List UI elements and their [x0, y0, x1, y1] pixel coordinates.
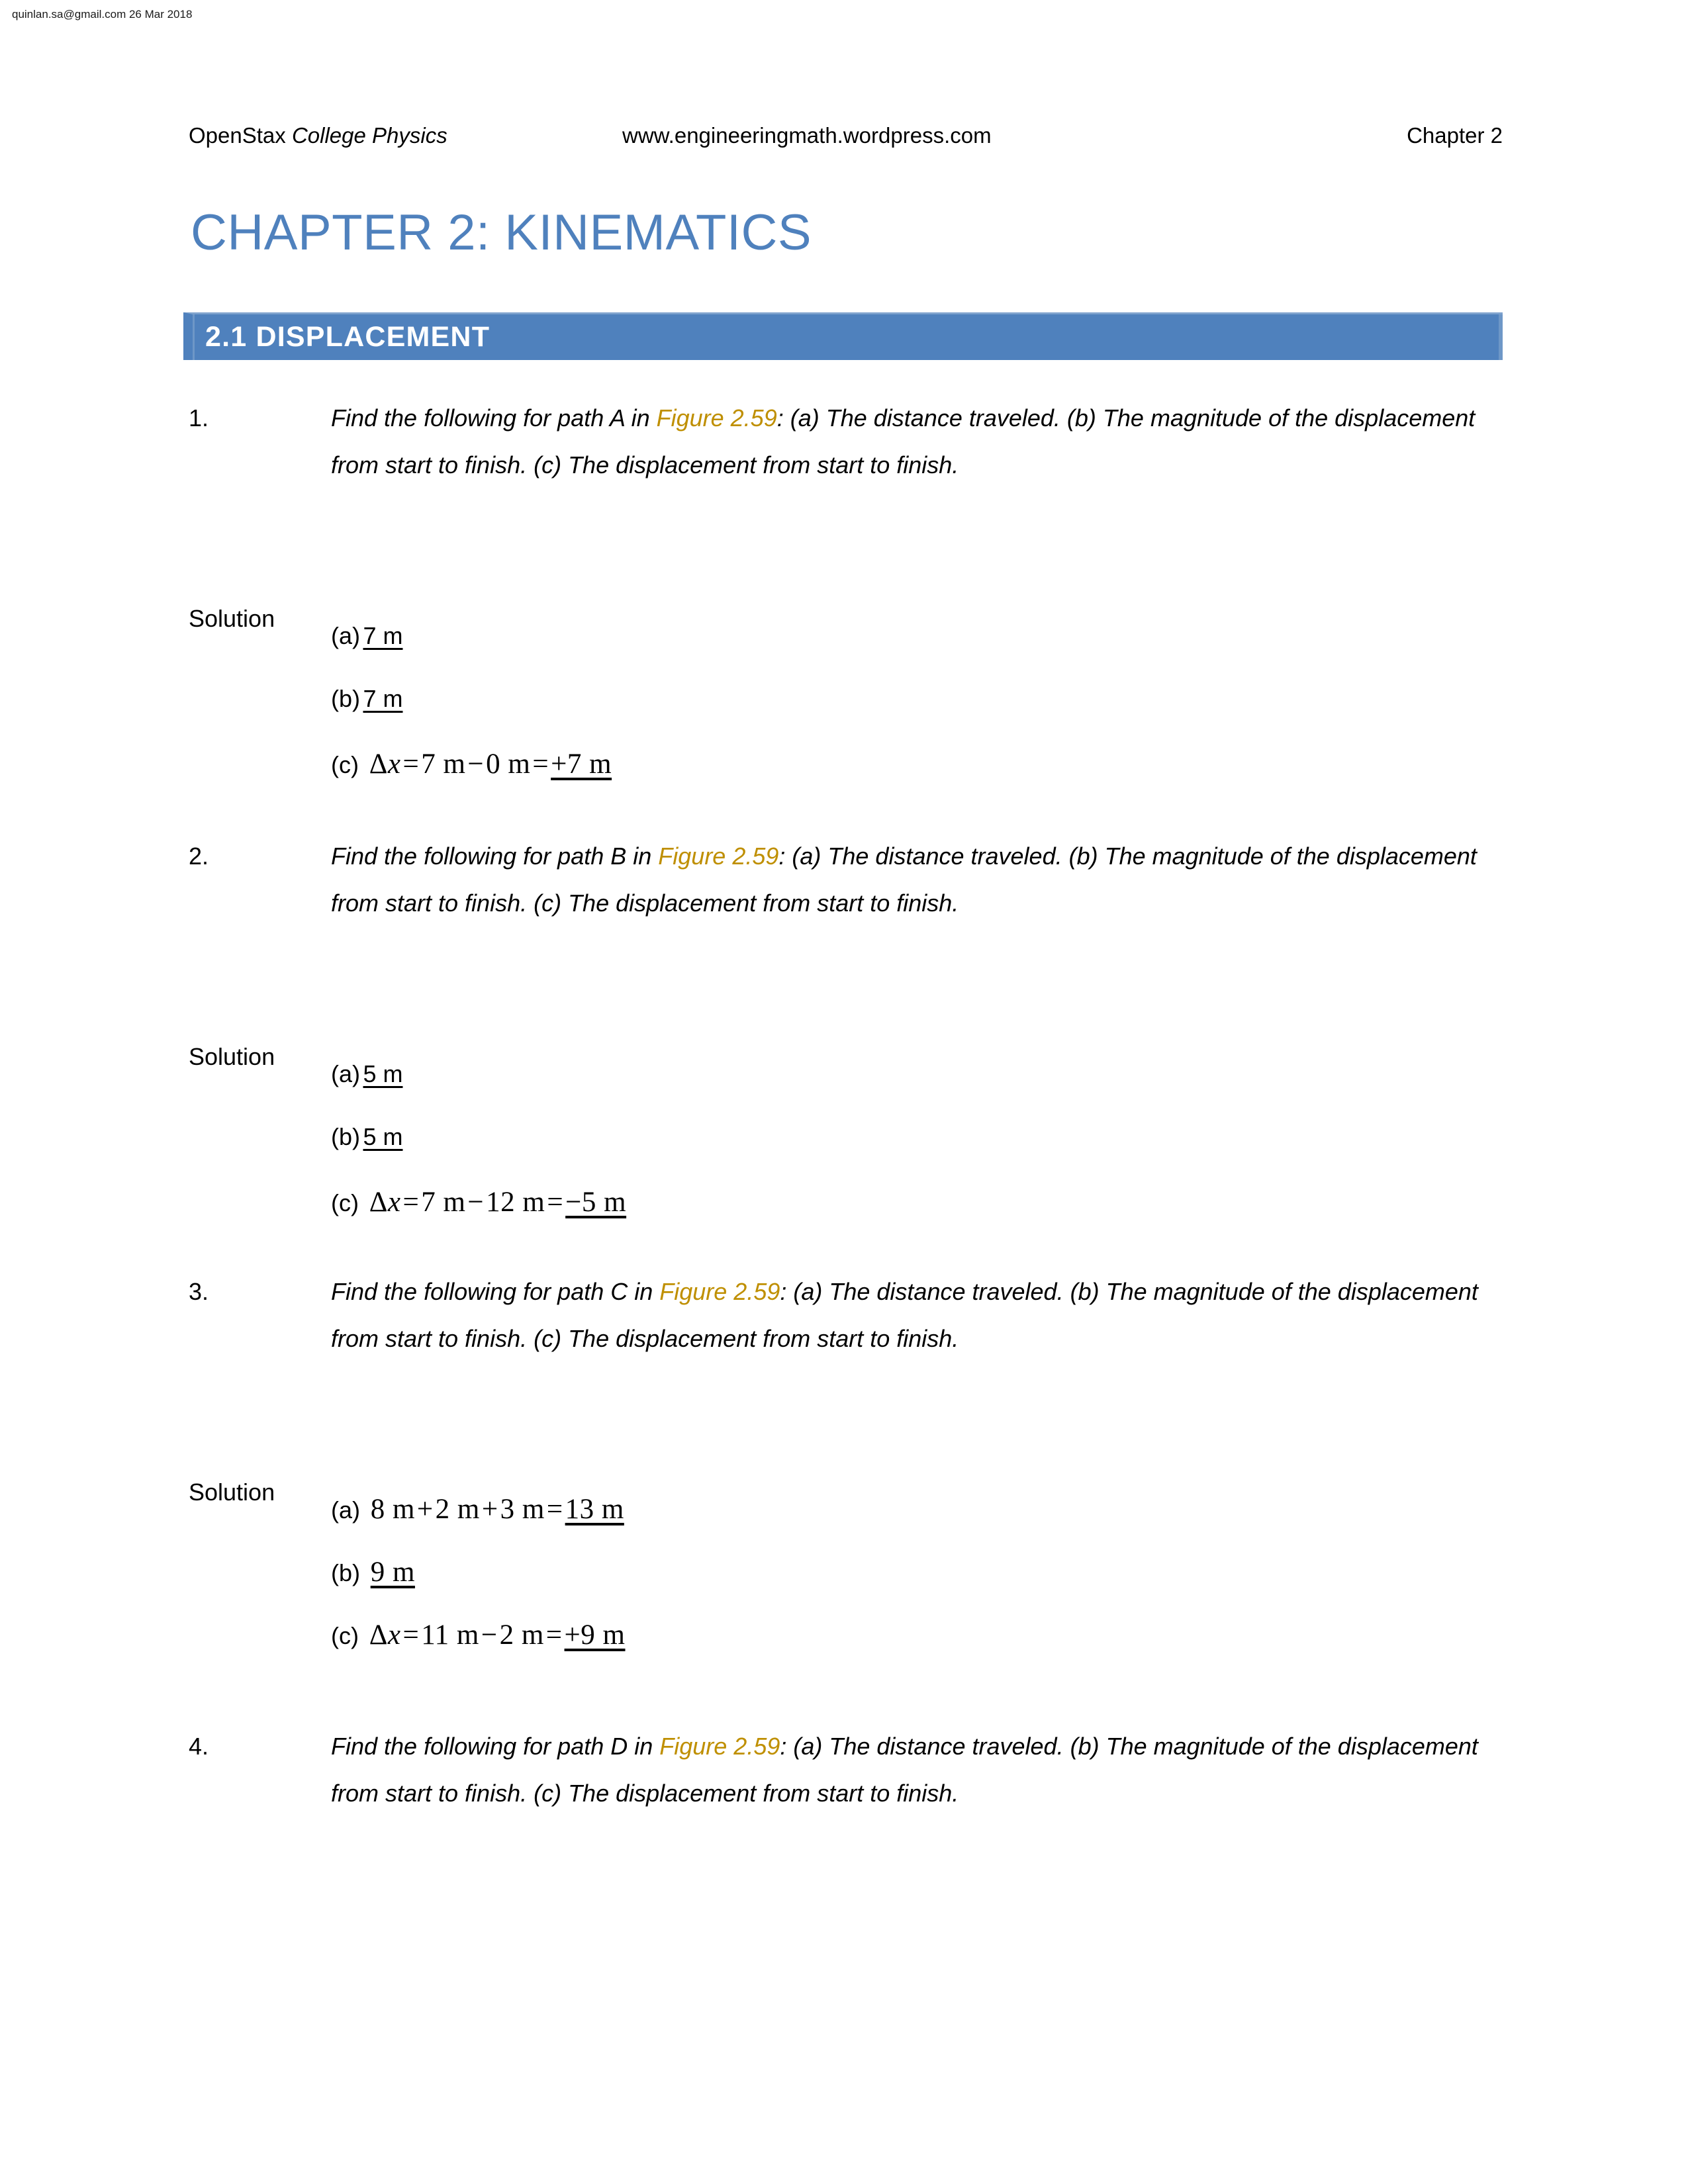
running-header-chapter: Chapter 2 [1407, 123, 1503, 148]
answer-line: (a) 7 m [331, 622, 1456, 685]
equals-sign: = [532, 749, 549, 780]
answer-tag: (c) [331, 1622, 359, 1649]
answer-value: 7 m [363, 685, 403, 712]
delta-symbol: Δ [369, 749, 388, 780]
minus-sign: − [481, 1619, 498, 1651]
section-heading-label: 2.1 DISPLACEMENT [205, 321, 491, 353]
answer-tag: (b) [331, 1123, 360, 1150]
term-2: 0 m [486, 749, 531, 780]
answer-line: (a) 5 m [331, 1060, 1456, 1123]
answer-tag: (b) [331, 1559, 360, 1586]
problem-4-text-before: Find the following for path D in [331, 1733, 660, 1760]
equation-result: 9 m [370, 1557, 415, 1588]
problem-2-text: Find the following for path B in Figure … [331, 833, 1506, 927]
problem-1-answers: (a) 7 m (b) 7 m (c) Δx=7 m−0 m=+7 m [331, 622, 1456, 811]
problem-4-figure-reference[interactable]: Figure 2.59 [659, 1733, 780, 1760]
answer-tag: (a) [331, 622, 360, 649]
term-2: 2 m [435, 1494, 480, 1525]
term-1: 7 m [421, 749, 466, 780]
problem-4-number: 4. [189, 1733, 209, 1760]
problem-2-figure-reference[interactable]: Figure 2.59 [658, 842, 778, 870]
problem-1-text: Find the following for path A in Figure … [331, 394, 1506, 488]
variable-x: x [387, 1187, 401, 1218]
equation-result: −5 m [565, 1187, 627, 1218]
answer-equation: Δx=11 m−2 m=+9 m [361, 1619, 625, 1651]
term-2: 12 m [486, 1187, 545, 1218]
problem-3-number: 3. [189, 1278, 209, 1305]
equals-sign: = [402, 1619, 420, 1651]
solution-label-1: Solution [189, 605, 275, 632]
term-3: 3 m [500, 1494, 545, 1525]
answer-equation: Δx=7 m−12 m=−5 m [361, 1187, 626, 1218]
equals-sign: = [402, 1187, 420, 1218]
problem-3-answers: (a) 8 m+2 m+3 m=13 m (b) 9 m (c) Δx=11 m… [331, 1493, 1456, 1682]
plus-sign: + [416, 1494, 434, 1525]
term-2: 2 m [499, 1619, 544, 1651]
running-header: OpenStax College Physics www.engineering… [189, 122, 1503, 149]
solution-label-3: Solution [189, 1479, 275, 1506]
problem-2-number: 2. [189, 842, 209, 870]
variable-x: x [387, 1619, 401, 1651]
email-date-stamp: quinlan.sa@gmail.com 26 Mar 2018 [12, 8, 193, 21]
term-1: 11 m [421, 1619, 479, 1651]
problem-4-text: Find the following for path D in Figure … [331, 1723, 1506, 1817]
delta-symbol: Δ [369, 1619, 388, 1651]
running-header-url: www.engineeringmath.wordpress.com [622, 123, 992, 148]
equals-sign: = [547, 1187, 564, 1218]
problem-3-text-before: Find the following for path C in [331, 1278, 660, 1305]
answer-value: 7 m [363, 622, 403, 649]
equation-result: 13 m [565, 1494, 624, 1525]
variable-x: x [387, 749, 401, 780]
answer-line: (b) 7 m [331, 685, 1456, 748]
problem-2-answers: (a) 5 m (b) 5 m (c) Δx=7 m−12 m=−5 m [331, 1060, 1456, 1249]
equation-result: +7 m [551, 749, 612, 780]
answer-line: (b) 9 m [331, 1556, 1456, 1619]
running-header-left-plain: OpenStax [189, 123, 292, 148]
equation-result: +9 m [564, 1619, 626, 1651]
section-heading-bar: 2.1 DISPLACEMENT [183, 312, 1503, 360]
answer-tag: (a) [331, 1496, 360, 1524]
answer-line: (b) 5 m [331, 1123, 1456, 1186]
problem-2-text-before: Find the following for path B in [331, 842, 659, 870]
problem-3-figure-reference[interactable]: Figure 2.59 [659, 1278, 780, 1305]
answer-value: 5 m [363, 1060, 403, 1087]
problem-1-figure-reference[interactable]: Figure 2.59 [657, 404, 777, 432]
solution-label-2: Solution [189, 1043, 275, 1070]
equals-sign: = [545, 1619, 563, 1651]
answer-line: (c) Δx=7 m−0 m=+7 m [331, 748, 1456, 811]
chapter-title: CHAPTER 2: KINEMATICS [191, 205, 812, 261]
term-1: 7 m [421, 1187, 466, 1218]
running-header-left-italic: College Physics [291, 123, 447, 148]
minus-sign: − [467, 749, 485, 780]
answer-value: 5 m [363, 1123, 403, 1150]
term-1: 8 m [370, 1494, 415, 1525]
answer-value: 9 m [363, 1557, 415, 1588]
problem-1-number: 1. [189, 404, 209, 432]
answer-tag: (a) [331, 1060, 360, 1087]
minus-sign: − [467, 1187, 485, 1218]
delta-symbol: Δ [369, 1187, 388, 1218]
answer-tag: (c) [331, 1189, 359, 1216]
answer-equation: Δx=7 m−0 m=+7 m [361, 749, 612, 780]
answer-tag: (c) [331, 751, 359, 778]
problem-1-text-before: Find the following for path A in [331, 404, 657, 432]
answer-tag: (b) [331, 685, 360, 712]
answer-line: (c) Δx=7 m−12 m=−5 m [331, 1186, 1456, 1249]
answer-line: (c) Δx=11 m−2 m=+9 m [331, 1619, 1456, 1682]
problem-3-text: Find the following for path C in Figure … [331, 1268, 1506, 1362]
running-header-left: OpenStax College Physics [189, 122, 447, 149]
answer-equation: 8 m+2 m+3 m=13 m [363, 1494, 624, 1525]
document-page: quinlan.sa@gmail.com 26 Mar 2018 OpenSta… [0, 0, 1688, 2184]
equals-sign: = [546, 1494, 563, 1525]
plus-sign: + [481, 1494, 498, 1525]
equals-sign: = [402, 749, 420, 780]
answer-line: (a) 8 m+2 m+3 m=13 m [331, 1493, 1456, 1556]
